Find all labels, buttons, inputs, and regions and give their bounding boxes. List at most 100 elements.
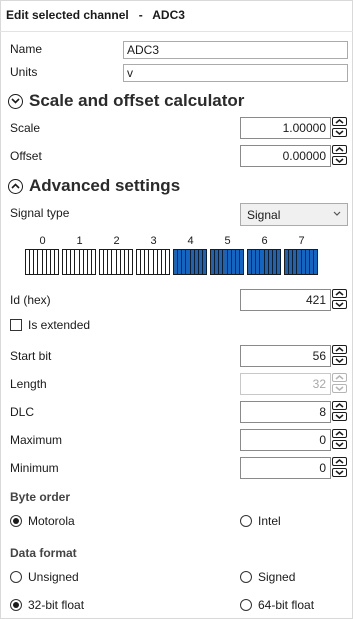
id-hex-input[interactable]: 421 [240,289,331,311]
radio-circle[interactable] [10,571,22,583]
scale-input[interactable]: 1.00000 [240,117,331,139]
byte-3[interactable]: 3 [136,235,171,275]
minimum-label: Minimum [10,461,59,475]
byte-number: 1 [76,235,83,247]
byte-box[interactable] [284,249,318,275]
radio-unsigned-label: Unsigned [28,570,79,584]
id-hex-label: Id (hex) [10,293,51,307]
maximum-spinner[interactable] [332,429,349,451]
scale-section-header[interactable]: Scale and offset calculator [8,91,244,111]
radio-circle[interactable] [10,515,22,527]
radio-32-bit-float[interactable]: 32-bit float [10,598,84,612]
chevron-down-icon [332,384,347,393]
advanced-section-header[interactable]: Advanced settings [8,176,180,196]
byte-0[interactable]: 0 [25,235,60,275]
radio-circle[interactable] [240,571,252,583]
chevron-up-icon[interactable] [332,145,347,154]
byte-order-label: Byte order [10,490,71,504]
radio-circle[interactable] [240,515,252,527]
byte-box[interactable] [210,249,244,275]
units-input[interactable]: v [123,64,348,82]
byte-box[interactable] [62,249,96,275]
radio-circle[interactable] [240,599,252,611]
byte-box[interactable] [25,249,59,275]
chevron-up-icon[interactable] [332,345,347,354]
chevron-down-icon[interactable] [332,356,347,365]
chevron-up-icon[interactable] [332,429,347,438]
chevron-up-icon[interactable] [332,117,347,126]
minimum-input[interactable]: 0 [240,457,331,479]
chevron-down-icon[interactable] [332,156,347,165]
radio-circle[interactable] [10,599,22,611]
radio-intel[interactable]: Intel [240,514,281,528]
dlc-input[interactable]: 8 [240,401,331,423]
chevron-up-icon [8,178,23,194]
byte-box[interactable] [247,249,281,275]
chevron-up-icon[interactable] [332,401,347,410]
byte-number: 3 [150,235,157,247]
advanced-section-title: Advanced settings [29,176,181,195]
bit-cell[interactable] [313,250,317,274]
start-bit-input[interactable]: 56 [240,345,331,367]
name-input[interactable]: ADC3 [123,41,348,59]
signal-type-label: Signal type [10,206,70,220]
dlc-spinner[interactable] [332,401,349,423]
scale-section-title: Scale and offset calculator [29,91,245,110]
chevron-down-icon[interactable] [332,468,347,477]
byte-box[interactable] [136,249,170,275]
radio-unsigned[interactable]: Unsigned [10,570,79,584]
chevron-up-icon[interactable] [332,289,347,298]
byte-box[interactable] [99,249,133,275]
maximum-input[interactable]: 0 [240,429,331,451]
byte-number: 5 [224,235,231,247]
signal-type-value: Signal [247,208,281,222]
minimum-spinner[interactable] [332,457,349,479]
bit-cell[interactable] [202,250,206,274]
scale-spinner[interactable] [332,117,349,139]
byte-number: 6 [261,235,268,247]
chevron-down-icon[interactable] [332,440,347,449]
chevron-down-icon[interactable] [332,412,347,421]
start-bit-spinner[interactable] [332,345,349,367]
signal-type-select[interactable]: Signal [240,203,348,226]
radio-signed-label: Signed [258,570,296,584]
is-extended-checkbox[interactable]: Is extended [10,318,90,332]
byte-box[interactable] [173,249,207,275]
radio-64-bit-float-label: 64-bit float [258,598,315,612]
bit-cell[interactable] [166,250,169,274]
byte-6[interactable]: 6 [247,235,282,275]
byte-1[interactable]: 1 [62,235,97,275]
bit-cell[interactable] [276,250,280,274]
radio-intel-label: Intel [258,514,281,528]
byte-7[interactable]: 7 [284,235,319,275]
dlc-label: DLC [10,405,35,419]
length-input: 32 [240,373,331,395]
data-format-label: Data format [10,546,77,560]
radio-signed[interactable]: Signed [240,570,295,584]
offset-input[interactable]: 0.00000 [240,145,331,167]
checkbox-box[interactable] [10,319,22,331]
bit-cell[interactable] [92,250,95,274]
offset-spinner[interactable] [332,145,349,167]
start-bit-label: Start bit [10,349,52,363]
length-spinner [332,373,349,395]
chevron-up-icon [332,373,347,382]
byte-5[interactable]: 5 [210,235,245,275]
byte-number: 0 [39,235,46,247]
radio-32-bit-float-label: 32-bit float [28,598,85,612]
bit-cell[interactable] [55,250,58,274]
radio-motorola[interactable]: Motorola [10,514,75,528]
byte-4[interactable]: 4 [173,235,208,275]
id-hex-spinner[interactable] [332,289,349,311]
chevron-down-icon[interactable] [332,300,347,309]
byte-2[interactable]: 2 [99,235,134,275]
radio-64-bit-float[interactable]: 64-bit float [240,598,314,612]
chevron-down-icon[interactable] [332,128,347,137]
bit-cell[interactable] [129,250,132,274]
maximum-label: Maximum [10,433,63,447]
byte-number: 7 [298,235,305,247]
byte-number: 2 [113,235,120,247]
bit-cell[interactable] [239,250,243,274]
chevron-up-icon[interactable] [332,457,347,466]
offset-label: Offset [10,149,42,163]
